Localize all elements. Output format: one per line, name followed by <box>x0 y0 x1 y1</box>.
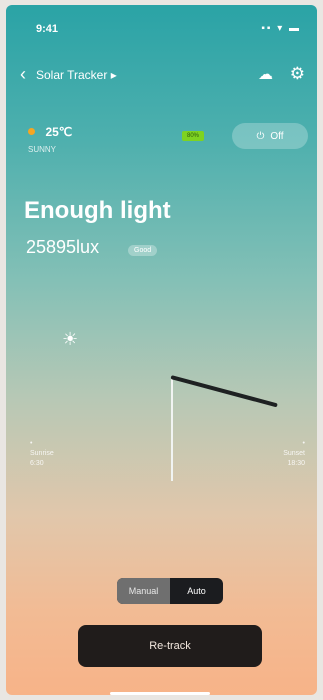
device-title[interactable]: Solar Tracker ▸ <box>36 68 117 82</box>
sunset-info: • Sunset 18:30 <box>283 439 305 469</box>
home-indicator <box>110 692 210 695</box>
tracker-pole <box>171 377 173 481</box>
status-time: 9:41 <box>36 23 59 35</box>
sunrise-info: • Sunrise 6:30 <box>30 439 54 469</box>
sunset-time: 18:30 <box>287 460 305 467</box>
temperature: 25℃ <box>45 124 73 139</box>
lux-value: 25895lux <box>26 237 100 257</box>
weather-widget: 25℃ SUNNY <box>28 123 72 154</box>
weather-label: SUNNY <box>28 145 57 154</box>
mode-auto-button[interactable]: Auto <box>170 578 223 604</box>
lux-badge: Good <box>128 245 158 256</box>
cloud-icon[interactable]: ☁ <box>258 65 273 83</box>
gear-icon[interactable]: ⚙ <box>290 64 305 84</box>
back-icon[interactable]: ‹ <box>20 65 26 83</box>
sunset-label: Sunset <box>283 450 305 457</box>
light-status-title: Enough light <box>24 197 171 224</box>
app-screen: 9:41 ▪▪ ▾ ▬ ‹ Solar Tracker ▸ ☁ ⚙ 25℃ SU… <box>6 5 317 695</box>
sunrise-marker: • <box>30 440 33 447</box>
mode-toggle: Manual Auto <box>117 578 223 604</box>
power-label: Off <box>270 130 284 142</box>
sun-dot-icon <box>28 128 35 136</box>
sun-icon: ☀ <box>62 329 79 349</box>
status-icons: ▪▪ ▾ ▬ <box>261 23 301 34</box>
sunrise-label: Sunrise <box>30 450 54 457</box>
battery-icon: 80% <box>182 131 204 141</box>
power-button[interactable]: ⏻ Off <box>232 123 308 149</box>
status-bar: 9:41 ▪▪ ▾ ▬ <box>6 5 317 43</box>
sunset-marker: • <box>302 440 305 447</box>
solar-panel <box>170 375 278 408</box>
sunrise-time: 6:30 <box>30 460 44 467</box>
power-icon: ⏻ <box>256 130 265 142</box>
retrack-button[interactable]: Re-track <box>78 625 262 667</box>
nav-bar: ‹ Solar Tracker ▸ ☁ ⚙ <box>6 61 317 93</box>
mode-manual-button[interactable]: Manual <box>117 578 170 604</box>
